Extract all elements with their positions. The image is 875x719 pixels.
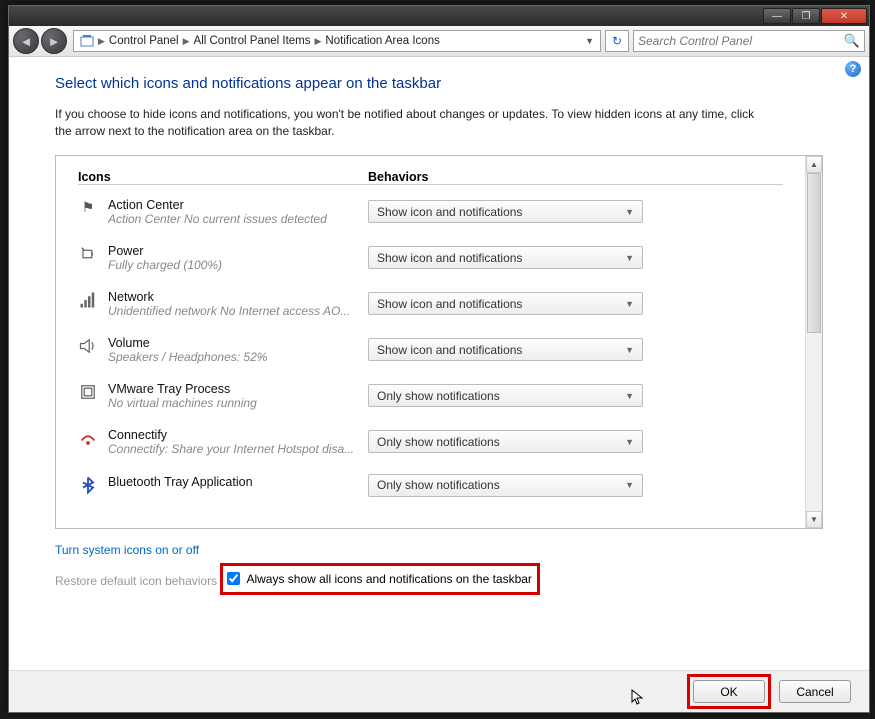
list-item: VMware Tray Process No virtual machines …	[78, 373, 783, 419]
list-item: ⚑ Action Center Action Center No current…	[78, 189, 783, 235]
chevron-down-icon: ▼	[625, 437, 634, 447]
chevron-down-icon: ▼	[625, 299, 634, 309]
address-dropdown-icon[interactable]: ▼	[581, 36, 598, 46]
search-box[interactable]: 🔍	[633, 30, 865, 52]
network-icon	[78, 290, 98, 310]
item-name: Action Center	[108, 198, 368, 212]
item-subtitle: Speakers / Headphones: 52%	[108, 350, 358, 364]
behavior-dropdown[interactable]: Show icon and notifications▼	[368, 338, 643, 361]
chevron-down-icon: ▼	[625, 480, 634, 490]
behavior-dropdown[interactable]: Show icon and notifications▼	[368, 292, 643, 315]
item-subtitle: Fully charged (100%)	[108, 258, 358, 272]
always-show-label: Always show all icons and notifications …	[246, 572, 532, 586]
cancel-button[interactable]: Cancel	[779, 680, 851, 703]
search-input[interactable]	[638, 34, 844, 48]
bottom-button-bar: OK Cancel	[9, 670, 869, 712]
ok-button[interactable]: OK	[693, 680, 765, 703]
item-name: Connectify	[108, 428, 368, 442]
column-header-icons: Icons	[78, 170, 368, 185]
scrollbar[interactable]: ▲ ▼	[805, 156, 822, 528]
item-name: Network	[108, 290, 368, 304]
search-icon[interactable]: 🔍	[844, 33, 860, 49]
list-item: Bluetooth Tray Application Only show not…	[78, 465, 783, 506]
flag-icon: ⚑	[78, 198, 98, 218]
chevron-right-icon: ▶	[183, 36, 190, 47]
page-title: Select which icons and notifications app…	[55, 75, 823, 92]
list-item: Network Unidentified network No Internet…	[78, 281, 783, 327]
behavior-dropdown[interactable]: Show icon and notifications▼	[368, 246, 643, 269]
chevron-down-icon: ▼	[625, 345, 634, 355]
behavior-dropdown[interactable]: Only show notifications▼	[368, 430, 643, 453]
titlebar: — ❐ ✕	[9, 6, 869, 26]
item-name: Volume	[108, 336, 368, 350]
navbar: ◄ ► ▶ Control Panel ▶ All Control Panel …	[9, 26, 869, 57]
always-show-checkbox-row[interactable]: Always show all icons and notifications …	[227, 572, 533, 586]
column-header-behaviors: Behaviors	[368, 170, 783, 185]
turn-system-icons-link[interactable]: Turn system icons on or off	[55, 543, 199, 557]
item-name: Power	[108, 244, 368, 258]
maximize-button[interactable]: ❐	[792, 8, 820, 24]
minimize-button[interactable]: —	[763, 8, 791, 24]
volume-icon	[78, 336, 98, 356]
item-name: Bluetooth Tray Application	[108, 475, 368, 489]
behavior-dropdown[interactable]: Show icon and notifications▼	[368, 200, 643, 223]
power-icon	[78, 244, 98, 264]
chevron-right-icon: ▶	[98, 36, 105, 47]
scrollbar-track[interactable]	[806, 173, 822, 511]
bluetooth-icon	[78, 475, 98, 495]
scroll-up-button[interactable]: ▲	[806, 156, 822, 173]
item-subtitle: Unidentified network No Internet access …	[108, 304, 358, 318]
connectify-icon	[78, 428, 98, 448]
icon-list-frame: Icons Behaviors ⚑ Action Center Action C…	[55, 155, 823, 529]
scroll-down-button[interactable]: ▼	[806, 511, 822, 528]
vmware-icon	[78, 382, 98, 402]
item-subtitle: Connectify: Share your Internet Hotspot …	[108, 442, 358, 456]
restore-defaults-link: Restore default icon behaviors	[55, 574, 217, 588]
content-area: ? Select which icons and notifications a…	[9, 57, 869, 670]
item-subtitle: Action Center No current issues detected	[108, 212, 358, 226]
list-item: Power Fully charged (100%) Show icon and…	[78, 235, 783, 281]
help-icon[interactable]: ?	[845, 61, 861, 77]
list-item: Connectify Connectify: Share your Intern…	[78, 419, 783, 465]
back-button[interactable]: ◄	[13, 28, 39, 54]
item-subtitle: No virtual machines running	[108, 396, 358, 410]
list-item: Volume Speakers / Headphones: 52% Show i…	[78, 327, 783, 373]
control-panel-window: — ❐ ✕ ◄ ► ▶ Control Panel ▶ All Control …	[8, 5, 870, 713]
chevron-down-icon: ▼	[625, 391, 634, 401]
page-description: If you choose to hide icons and notifica…	[55, 106, 765, 141]
control-panel-icon	[79, 33, 95, 49]
behavior-dropdown[interactable]: Only show notifications▼	[368, 474, 643, 497]
breadcrumb-notification-area[interactable]: Notification Area Icons	[321, 35, 443, 47]
behavior-dropdown[interactable]: Only show notifications▼	[368, 384, 643, 407]
refresh-button[interactable]: ↻	[605, 30, 629, 52]
forward-button[interactable]: ►	[41, 28, 67, 54]
chevron-right-icon: ▶	[315, 36, 322, 47]
address-bar[interactable]: ▶ Control Panel ▶ All Control Panel Item…	[73, 30, 601, 52]
close-button[interactable]: ✕	[821, 8, 867, 24]
scrollbar-thumb[interactable]	[807, 173, 821, 333]
list-header: Icons Behaviors	[78, 166, 783, 189]
item-name: VMware Tray Process	[108, 382, 368, 396]
ok-highlight: OK	[687, 674, 771, 709]
breadcrumb-control-panel[interactable]: Control Panel	[105, 35, 183, 47]
always-show-highlight: Always show all icons and notifications …	[220, 563, 540, 595]
always-show-checkbox[interactable]	[227, 572, 240, 585]
chevron-down-icon: ▼	[625, 207, 634, 217]
breadcrumb-all-items[interactable]: All Control Panel Items	[190, 35, 315, 47]
chevron-down-icon: ▼	[625, 253, 634, 263]
